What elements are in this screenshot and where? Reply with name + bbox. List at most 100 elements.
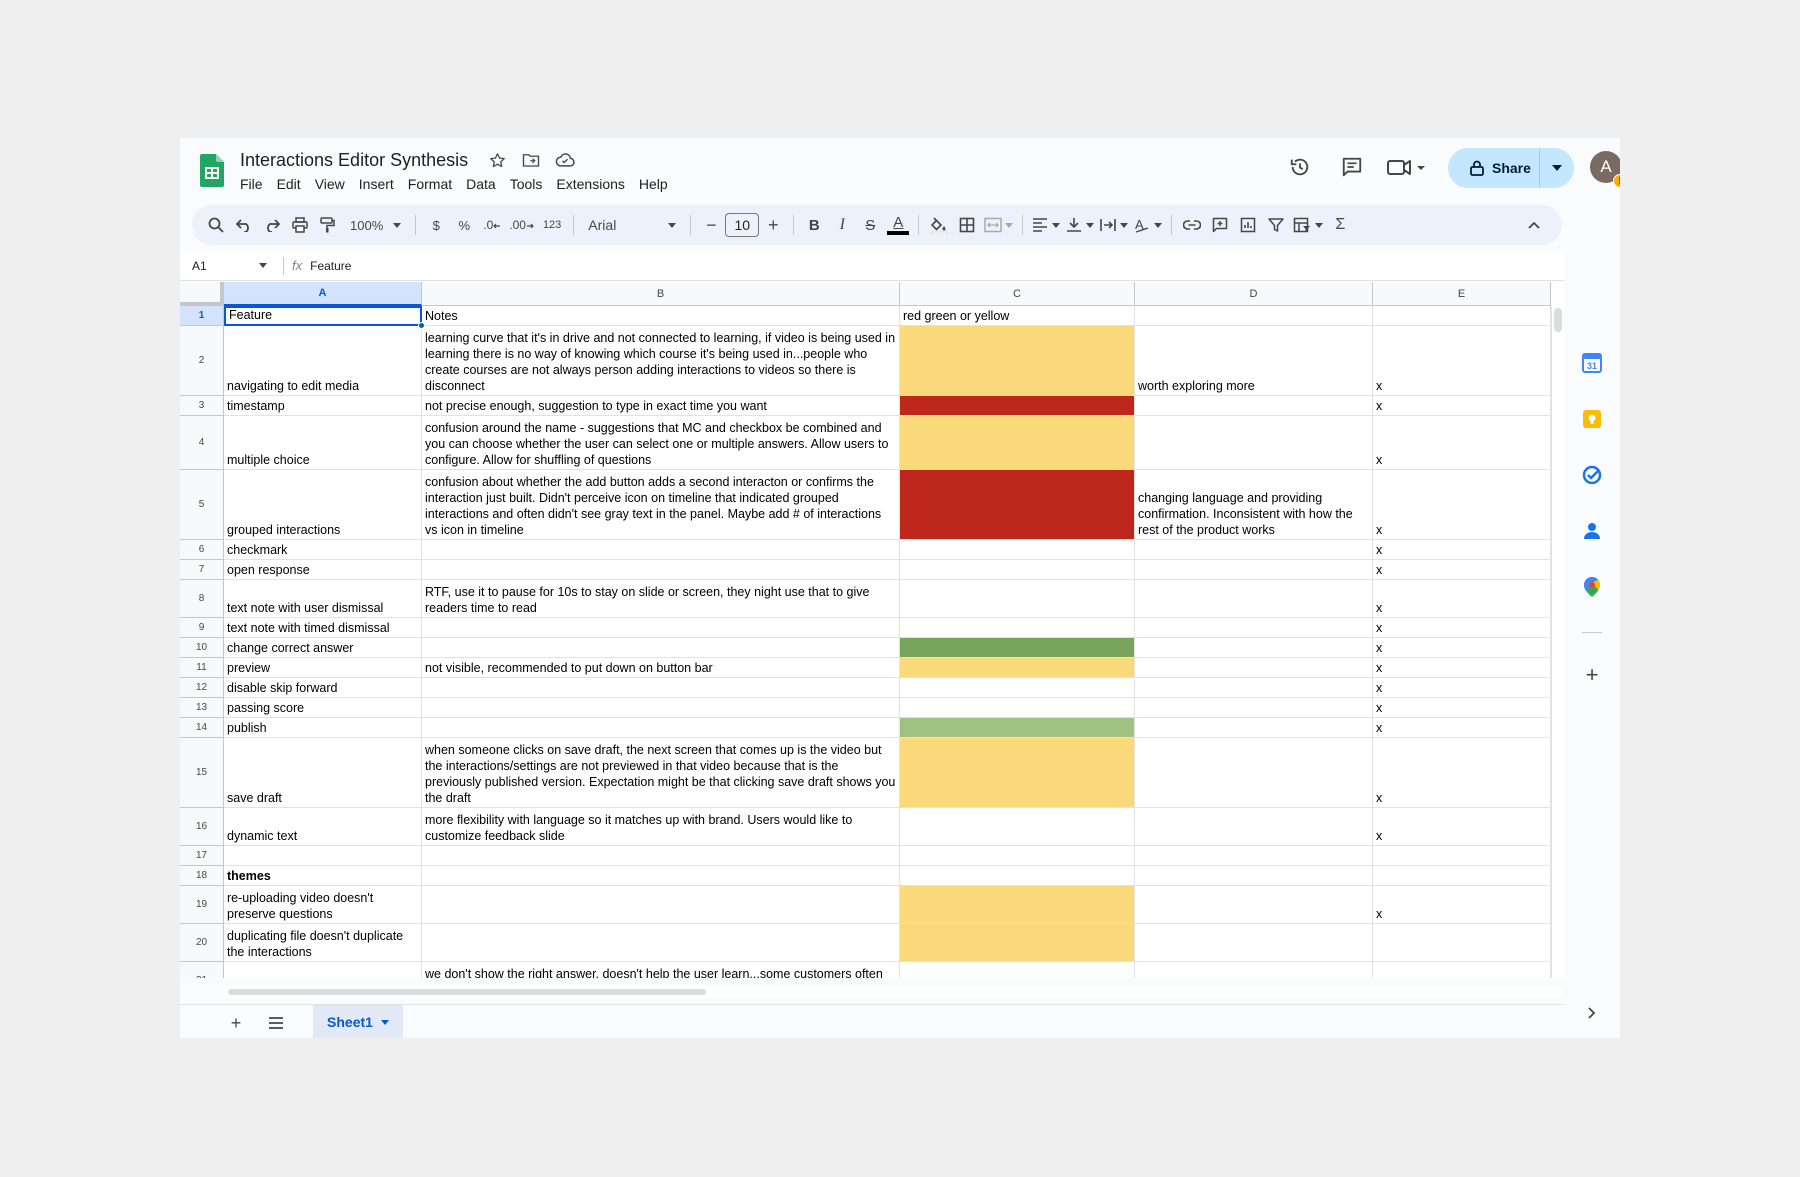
cell-col-e-row[interactable] [1373,846,1551,866]
cell-col-a-row[interactable]: change correct answer [224,638,422,658]
add-sheet-icon[interactable]: + [224,1011,248,1035]
cell-col-a-row[interactable]: publish [224,718,422,738]
undo-icon[interactable] [230,211,258,239]
strikethrough-icon[interactable]: S [856,211,884,239]
tasks-icon[interactable] [1581,464,1603,486]
currency-format-button[interactable]: $ [422,211,450,239]
menu-data[interactable]: Data [459,174,503,194]
row-header[interactable]: 16 [180,808,224,846]
cell-col-a-row[interactable]: Feature [224,306,422,326]
increase-decimal-button[interactable]: .00 [506,211,537,239]
cell-col-b-row[interactable] [422,866,900,886]
menu-help[interactable]: Help [632,174,675,194]
column-header-c[interactable]: C [900,282,1135,306]
cell-col-c-row[interactable] [900,808,1135,846]
cell-col-c-row[interactable] [900,678,1135,698]
version-history-icon[interactable] [1284,151,1316,183]
functions-icon[interactable]: Σ [1326,211,1354,239]
cell-col-b-row[interactable]: learning curve that it's in drive and no… [422,326,900,396]
cell-col-d-row[interactable] [1135,678,1373,698]
row-header[interactable]: 17 [180,846,224,866]
cell-col-a-row[interactable]: themes [224,866,422,886]
insert-link-icon[interactable] [1178,211,1206,239]
cell-col-a-row[interactable]: checkmark [224,540,422,560]
cell-col-c-row[interactable]: red green or yellow [900,306,1135,326]
cell-col-c-row[interactable] [900,698,1135,718]
row-header[interactable]: 5 [180,470,224,540]
print-icon[interactable] [286,211,314,239]
cell-col-e-row[interactable]: x [1373,416,1551,470]
cell-col-c-row[interactable] [900,658,1135,678]
cell-col-b-row[interactable]: RTF, use it to pause for 10s to stay on … [422,580,900,618]
paint-format-icon[interactable] [314,211,342,239]
cell-col-e-row[interactable]: x [1373,808,1551,846]
cell-col-d-row[interactable] [1135,396,1373,416]
cell-col-e-row[interactable] [1373,866,1551,886]
cell-col-d-row[interactable] [1135,306,1373,326]
cell-col-e-row[interactable]: x [1373,638,1551,658]
comments-icon[interactable] [1336,151,1368,183]
cell-col-d-row[interactable]: worth exploring more [1135,326,1373,396]
cell-col-d-row[interactable] [1135,962,1373,978]
text-rotation-icon[interactable]: A [1131,211,1165,239]
filter-icon[interactable] [1262,211,1290,239]
cell-col-d-row[interactable] [1135,580,1373,618]
cell-col-b-row[interactable] [422,618,900,638]
select-all-corner[interactable] [180,282,224,306]
keep-icon[interactable] [1581,408,1603,430]
row-header[interactable]: 11 [180,658,224,678]
cell-col-a-row[interactable]: save draft [224,738,422,808]
cell-col-d-row[interactable] [1135,846,1373,866]
cell-col-c-row[interactable] [900,416,1135,470]
fill-color-icon[interactable] [925,211,953,239]
name-box[interactable]: A1 [180,259,275,273]
get-addons-icon[interactable]: + [1581,662,1603,687]
cell-col-e-row[interactable]: x [1373,326,1551,396]
cell-col-a-row[interactable]: timestamp [224,396,422,416]
cell-col-b-row[interactable] [422,886,900,924]
row-header[interactable]: 10 [180,638,224,658]
row-header[interactable]: 8 [180,580,224,618]
move-folder-icon[interactable] [521,150,541,170]
cell-col-b-row[interactable]: not precise enough, suggestion to type i… [422,396,900,416]
cell-col-e-row[interactable]: x [1373,678,1551,698]
menu-insert[interactable]: Insert [352,174,401,194]
cell-col-e-row[interactable]: x [1373,618,1551,638]
row-header[interactable]: 2 [180,326,224,396]
row-header[interactable]: 4 [180,416,224,470]
row-header[interactable]: 21 [180,962,224,978]
cell-col-e-row[interactable]: x [1373,560,1551,580]
cell-col-c-row[interactable] [900,396,1135,416]
cell-col-c-row[interactable] [900,470,1135,540]
all-sheets-icon[interactable] [264,1011,288,1035]
horizontal-align-icon[interactable] [1029,211,1063,239]
cell-col-e-row[interactable]: x [1373,962,1551,978]
row-header[interactable]: 14 [180,718,224,738]
share-dropdown-button[interactable] [1540,165,1574,171]
cell-col-a-row[interactable]: navigating to edit media [224,326,422,396]
row-header[interactable]: 6 [180,540,224,560]
cell-col-d-row[interactable] [1135,866,1373,886]
merge-cells-icon[interactable] [981,211,1016,239]
cell-col-b-row[interactable] [422,924,900,962]
cell-col-b-row[interactable]: confusion around the name - suggestions … [422,416,900,470]
row-header[interactable]: 7 [180,560,224,580]
row-header[interactable]: 13 [180,698,224,718]
cell-col-a-row[interactable]: text note with timed dismissal [224,618,422,638]
text-color-icon[interactable]: A [884,211,912,239]
insert-comment-icon[interactable] [1206,211,1234,239]
bold-icon[interactable]: B [800,211,828,239]
cell-col-c-row[interactable] [900,866,1135,886]
menu-view[interactable]: View [308,174,352,194]
column-header-b[interactable]: B [422,282,900,306]
row-header[interactable]: 19 [180,886,224,924]
cell-col-e-row[interactable]: x [1373,886,1551,924]
cell-col-a-row[interactable]: grouped interactions [224,470,422,540]
cell-col-c-row[interactable] [900,738,1135,808]
cell-col-e-row[interactable]: x [1373,738,1551,808]
cell-col-b-row[interactable] [422,560,900,580]
cell-col-c-row[interactable] [900,924,1135,962]
cell-col-e-row[interactable]: x [1373,396,1551,416]
redo-icon[interactable] [258,211,286,239]
row-header[interactable]: 1 [180,306,224,326]
